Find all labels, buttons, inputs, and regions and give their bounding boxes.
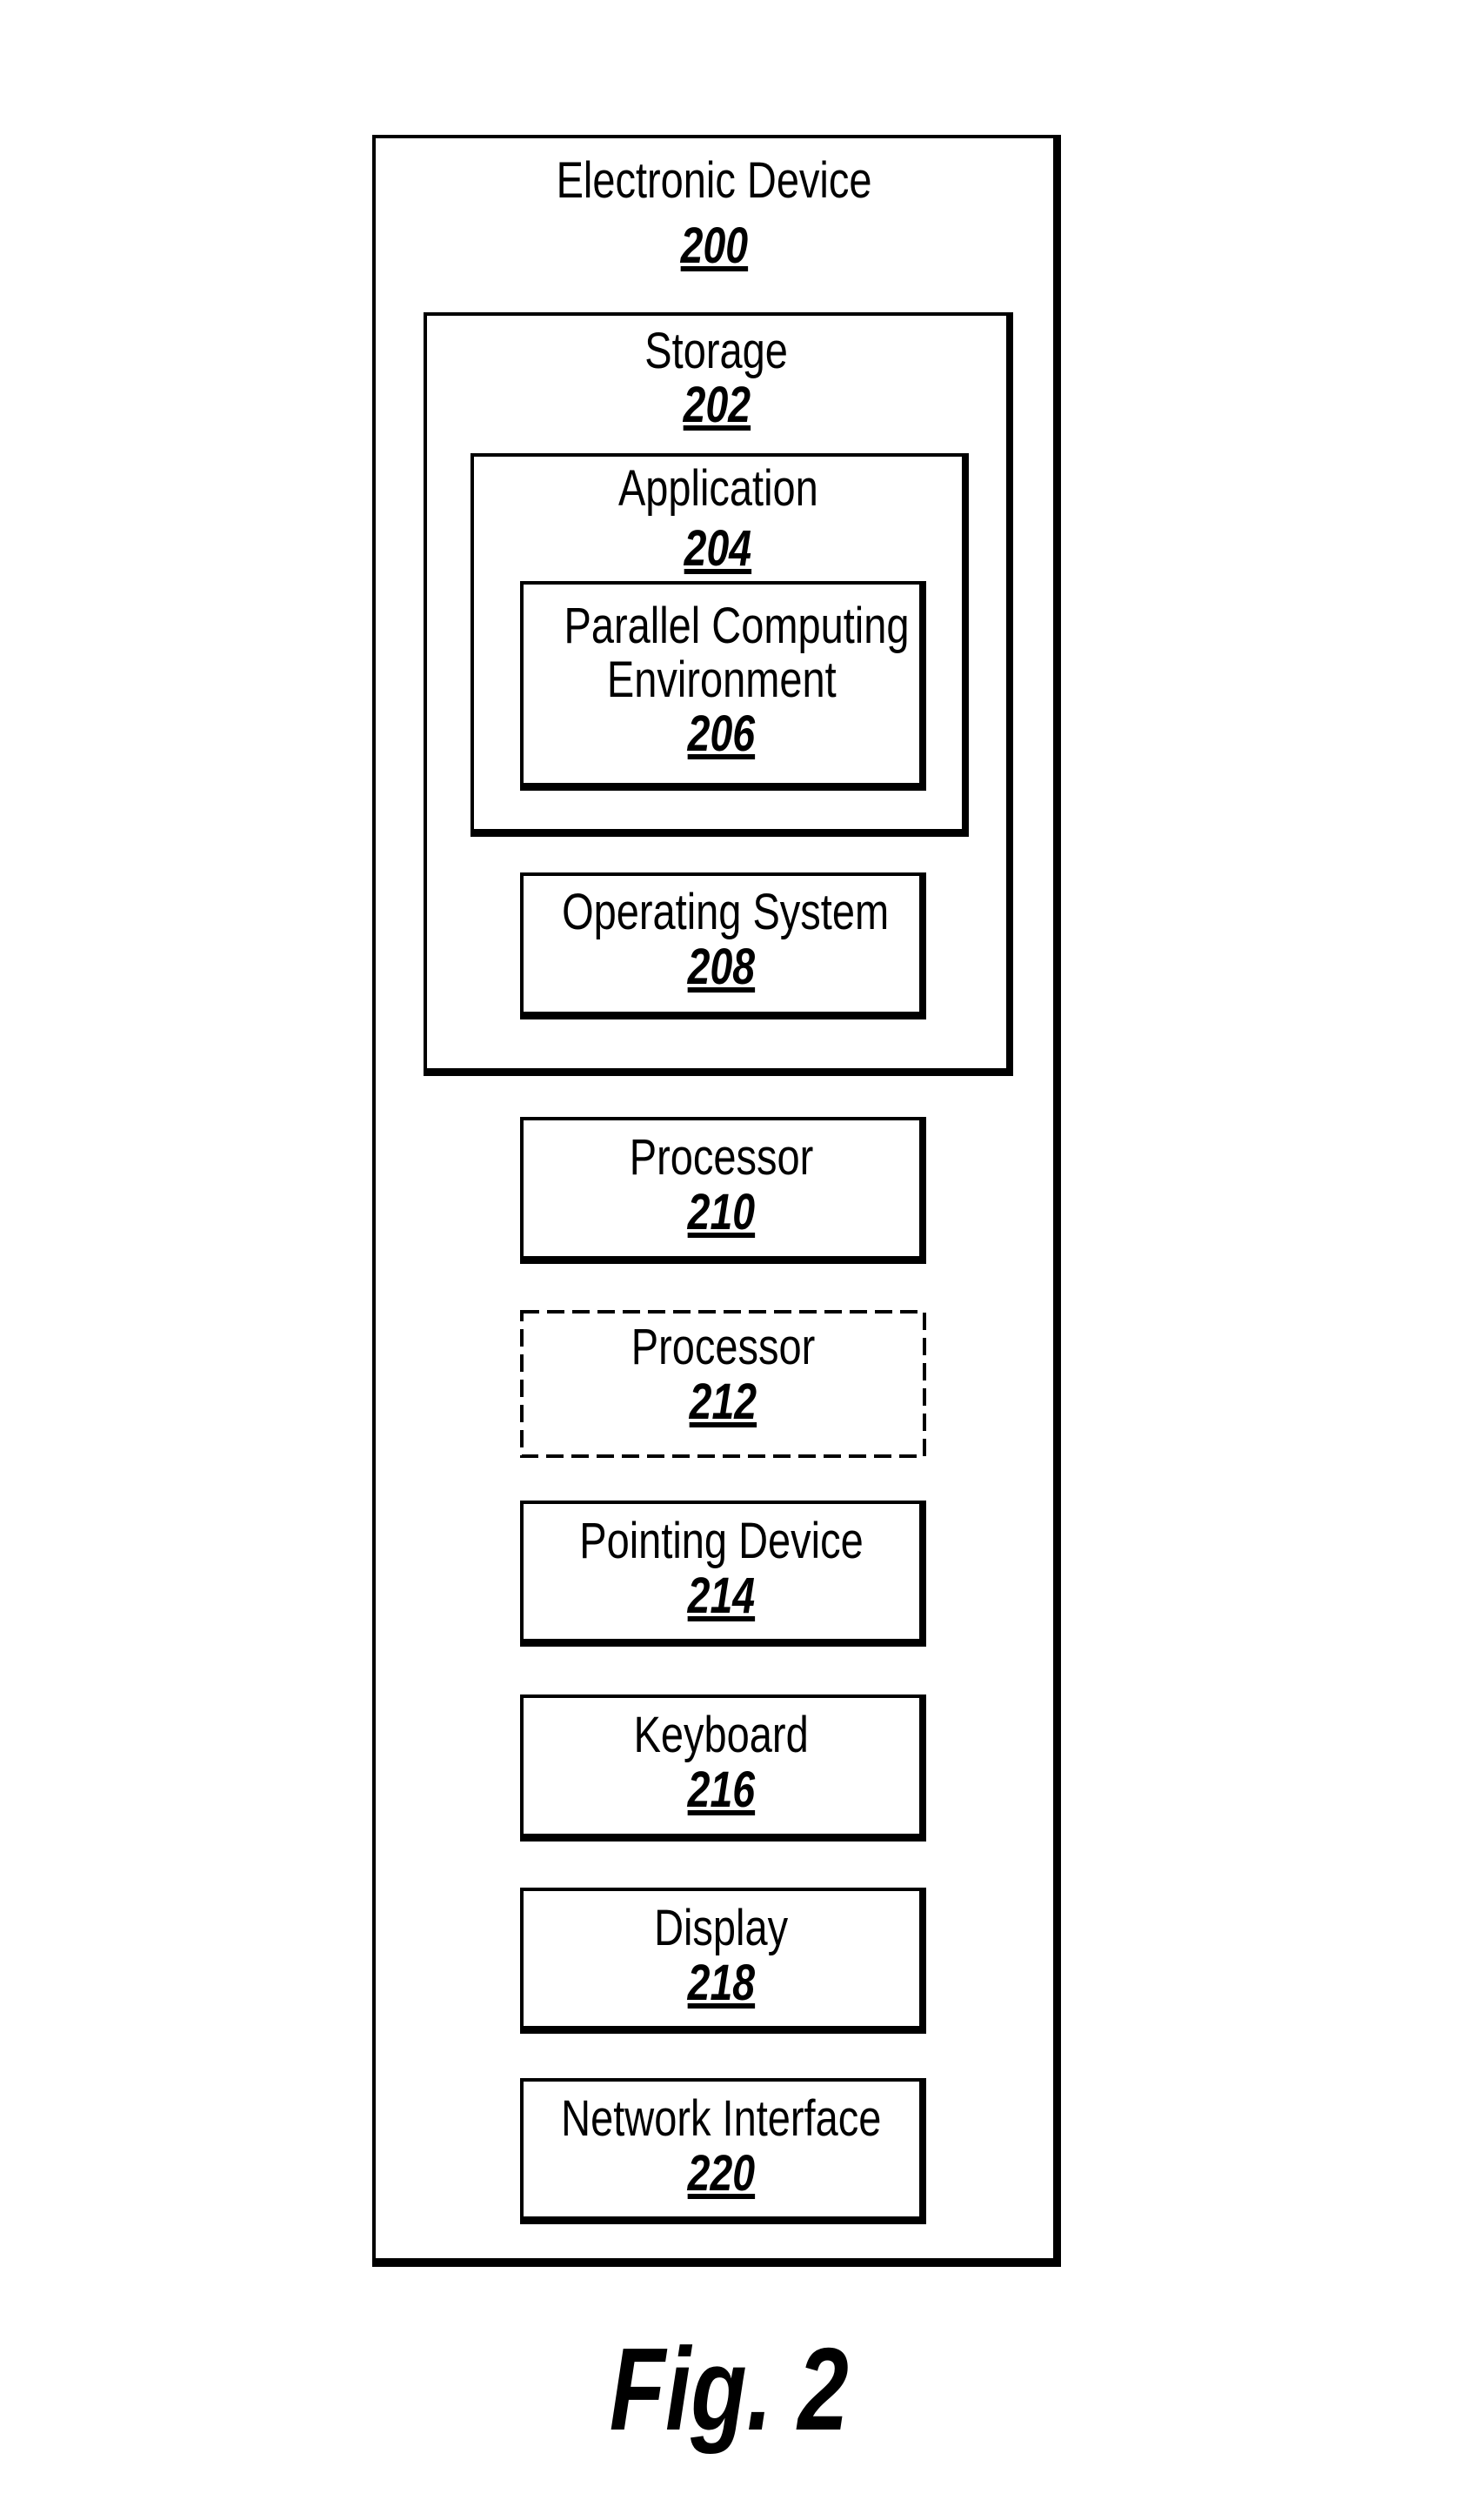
operating-system-ref: 208 — [687, 939, 756, 995]
storage-ref: 202 — [683, 377, 751, 433]
operating-system-label: Operating System — [562, 884, 890, 940]
parallel-computing-label-line2: Environment — [606, 652, 837, 708]
processor-212-ref: 212 — [689, 1374, 757, 1430]
electronic-device-label: Electronic Device — [557, 152, 872, 209]
processor-212-label-group: Processor 212 — [520, 1320, 926, 1429]
pointing-device-box: Pointing Device 214 — [520, 1501, 926, 1647]
storage-label-group: Storage 202 — [427, 324, 1006, 432]
storage-label: Storage — [644, 323, 789, 379]
parallel-computing-label-group: Parallel Computing Environment 206 — [524, 599, 919, 761]
processor-212-label: Processor — [631, 1319, 816, 1375]
parallel-computing-environment-box: Parallel Computing Environment 206 — [520, 581, 926, 791]
figure-caption-text: Fig. 2 — [609, 2323, 849, 2455]
pointing-device-label-group: Pointing Device 214 — [524, 1514, 919, 1623]
network-interface-box: Network Interface 220 — [520, 2078, 926, 2224]
display-box: Display 218 — [520, 1888, 926, 2034]
electronic-device-ref: 200 — [680, 217, 749, 274]
keyboard-label-group: Keyboard 216 — [524, 1708, 919, 1817]
display-label-group: Display 218 — [524, 1901, 919, 2010]
keyboard-label: Keyboard — [633, 1707, 810, 1763]
operating-system-box: Operating System 208 — [520, 872, 926, 1019]
parallel-computing-label-line1: Parallel Computing — [564, 598, 910, 654]
processor-210-ref: 210 — [687, 1184, 756, 1240]
application-label: Application — [617, 460, 818, 517]
electronic-device-label-group: Electronic Device 200 — [376, 148, 1053, 278]
processor-210-label-group: Processor 210 — [524, 1130, 919, 1240]
processor-210-label: Processor — [629, 1129, 814, 1186]
pointing-device-ref: 214 — [687, 1567, 756, 1624]
application-ref: 204 — [684, 520, 752, 577]
processor-210-box: Processor 210 — [520, 1117, 926, 1264]
pointing-device-label: Pointing Device — [579, 1513, 864, 1569]
keyboard-box: Keyboard 216 — [520, 1694, 926, 1842]
parallel-computing-ref: 206 — [687, 705, 756, 762]
network-interface-ref: 220 — [687, 2145, 756, 2202]
network-interface-label: Network Interface — [561, 2090, 882, 2147]
display-ref: 218 — [687, 1955, 756, 2011]
processor-212-box: Processor 212 — [520, 1310, 926, 1458]
figure-caption: Fig. 2 — [0, 2324, 1468, 2455]
keyboard-ref: 216 — [687, 1761, 756, 1818]
network-interface-label-group: Network Interface 220 — [524, 2091, 919, 2201]
application-label-group: Application 204 — [474, 458, 962, 578]
display-label: Display — [654, 1900, 789, 1956]
operating-system-label-group: Operating System 208 — [524, 885, 919, 994]
